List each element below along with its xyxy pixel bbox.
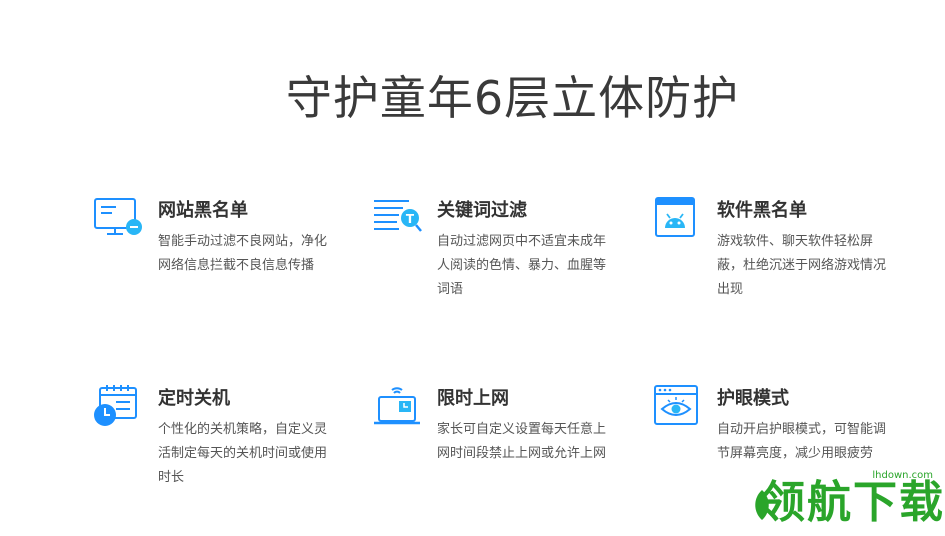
feature-title: 限时上网 — [437, 388, 509, 409]
feature-title: 网站黑名单 — [158, 200, 248, 221]
svg-text:T: T — [406, 212, 415, 226]
watermark-brand: 领航下载 — [761, 477, 945, 528]
feature-description: 个性化的关机策略，自定义灵活制定每天的关机时间或使用时长 — [158, 422, 328, 485]
feature-title: 定时关机 — [158, 388, 230, 409]
android-window-icon — [653, 196, 699, 242]
feature-description: 自动开启护眼模式，可智能调节屏幕亮度，减少用眼疲劳 — [717, 422, 887, 461]
feature-title: 关键词过滤 — [437, 200, 527, 221]
text-filter-icon: T — [373, 196, 422, 242]
site-watermark: lhdown.com 领航下载 — [751, 470, 943, 530]
feature-description: 智能手动过滤不良网站，净化网络信息拦截不良信息传播 — [158, 234, 328, 273]
feature-description: 自动过滤网页中不适宜未成年人阅读的色情、暴力、血腥等词语 — [437, 234, 607, 297]
monitor-block-icon — [94, 196, 142, 242]
calendar-clock-icon — [94, 384, 140, 430]
feature-description: 游戏软件、聊天软件轻松屏蔽，杜绝沉迷于网络游戏情况出现 — [717, 234, 887, 297]
page-title: 守护童年6层立体防护 — [285, 71, 740, 125]
feature-title: 软件黑名单 — [717, 200, 807, 221]
laptop-wifi-icon — [373, 384, 420, 430]
feature-description: 家长可自定义设置每天任意上网时间段禁止上网或允许上网 — [437, 422, 607, 461]
eye-window-icon — [653, 384, 699, 430]
feature-title: 护眼模式 — [717, 388, 789, 409]
